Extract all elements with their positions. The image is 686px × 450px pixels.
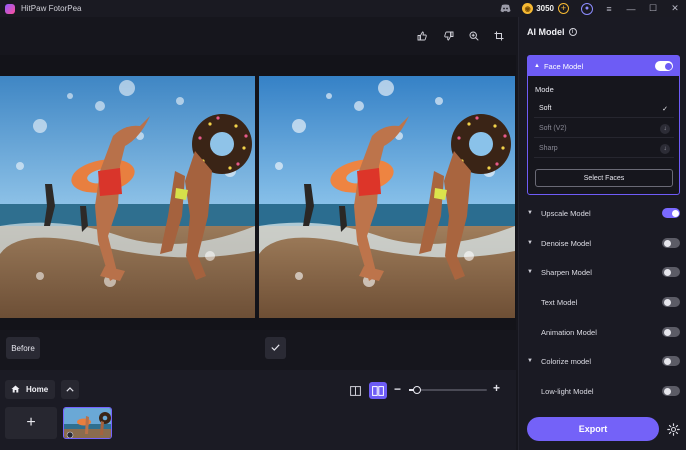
- chevron-up-icon: [66, 385, 74, 394]
- denoise-model-toggle[interactable]: [662, 238, 680, 248]
- face-model-card: ▲ Face Model Mode Soft ✓ Soft (V2) ↓ Sha…: [527, 55, 680, 195]
- image-canvas: [0, 55, 516, 330]
- model-label: Animation Model: [541, 327, 597, 337]
- model-row-low-light[interactable]: Low-light Model: [527, 384, 680, 398]
- mode-option-label: Sharp: [539, 145, 558, 152]
- home-icon: [11, 385, 20, 395]
- menu-icon[interactable]: ≡: [598, 0, 620, 17]
- text-model-toggle[interactable]: [662, 297, 680, 307]
- caret-up-icon: ▲: [534, 63, 540, 69]
- model-label: Denoise Model: [541, 238, 592, 248]
- download-icon[interactable]: ↓: [660, 144, 670, 154]
- preview-toolbar: [0, 17, 516, 55]
- collapse-button[interactable]: [61, 380, 79, 399]
- zoom-out-icon[interactable]: −: [394, 382, 401, 396]
- add-credits-icon[interactable]: +: [558, 3, 569, 14]
- model-label: Low-light Model: [541, 386, 594, 396]
- panel-title: AI Model i: [527, 27, 577, 37]
- model-row-denoise[interactable]: ▼ Denoise Model: [527, 236, 680, 250]
- credits-display[interactable]: ◉ 3050 +: [520, 2, 572, 15]
- discord-icon[interactable]: [494, 0, 516, 17]
- caret-down-icon: ▼: [527, 269, 533, 275]
- panel-title-text: AI Model: [527, 27, 565, 37]
- face-model-label: Face Model: [543, 61, 584, 71]
- caret-down-icon: ▼: [527, 358, 533, 364]
- zoom-slider-handle[interactable]: [413, 386, 421, 394]
- title-bar: HitPaw FotorPea ◉ 3050 + ● ≡ — ☐ ✕: [0, 0, 686, 17]
- user-icon: ●: [581, 2, 593, 15]
- ai-model-panel: AI Model i ▲ Face Model Mode Soft ✓ Soft…: [518, 17, 686, 450]
- confirm-button[interactable]: [265, 337, 286, 359]
- mode-option-label: Soft (V2): [539, 125, 567, 132]
- low-light-model-toggle[interactable]: [662, 386, 680, 396]
- model-row-sharpen[interactable]: ▼ Sharpen Model: [527, 265, 680, 279]
- model-row-upscale[interactable]: ▼ Upscale Model: [527, 206, 680, 220]
- enhanced-image: [259, 76, 515, 318]
- face-model-header[interactable]: ▲ Face Model: [528, 56, 679, 76]
- mode-label: Mode: [535, 85, 554, 94]
- zoom-slider[interactable]: [409, 386, 487, 394]
- app-logo: [5, 3, 15, 14]
- download-icon[interactable]: ↓: [660, 124, 670, 134]
- model-row-animation[interactable]: Animation Model: [527, 325, 680, 339]
- check-icon: [271, 343, 280, 353]
- animation-model-toggle[interactable]: [662, 327, 680, 337]
- split-view-icon[interactable]: [369, 382, 387, 399]
- upscale-model-toggle[interactable]: [662, 208, 680, 218]
- select-faces-button[interactable]: Select Faces: [535, 169, 673, 187]
- face-model-toggle[interactable]: [655, 61, 673, 71]
- app-title: HitPaw FotorPea: [21, 4, 82, 13]
- zoom-in-button[interactable]: +: [493, 381, 500, 395]
- model-row-colorize[interactable]: ▼ Colorize model: [527, 354, 680, 368]
- mode-option-soft-v2[interactable]: Soft (V2) ↓: [534, 120, 674, 138]
- gear-icon[interactable]: [666, 422, 680, 436]
- home-label: Home: [26, 385, 49, 394]
- sharpen-model-toggle[interactable]: [662, 267, 680, 277]
- caret-down-icon: ▼: [527, 240, 533, 246]
- image-thumbnail[interactable]: [63, 407, 112, 439]
- model-label: Text Model: [541, 297, 578, 307]
- mode-option-soft[interactable]: Soft ✓: [534, 100, 674, 118]
- model-label: Sharpen Model: [541, 267, 592, 277]
- model-row-text[interactable]: Text Model: [527, 295, 680, 309]
- mode-option-sharp[interactable]: Sharp ↓: [534, 140, 674, 158]
- mode-option-label: Soft: [539, 105, 552, 112]
- caret-down-icon: ▼: [527, 210, 533, 216]
- user-button[interactable]: ●: [576, 0, 598, 17]
- credits-value: 3050: [536, 4, 554, 13]
- crop-icon[interactable]: [492, 29, 506, 43]
- add-image-button[interactable]: +: [5, 407, 57, 439]
- close-icon[interactable]: ✕: [664, 0, 686, 17]
- colorize-model-toggle[interactable]: [662, 356, 680, 366]
- maximize-icon[interactable]: ☐: [642, 0, 664, 17]
- coin-icon: ◉: [522, 3, 534, 14]
- zoom-in-icon[interactable]: [467, 29, 481, 43]
- minimize-icon[interactable]: —: [620, 0, 642, 17]
- thumbs-up-icon[interactable]: [415, 29, 429, 43]
- info-icon[interactable]: i: [568, 28, 577, 36]
- model-label: Colorize model: [541, 356, 592, 366]
- home-button[interactable]: Home: [5, 380, 55, 399]
- thumbs-down-icon[interactable]: [442, 29, 456, 43]
- plus-icon: +: [26, 414, 36, 431]
- model-label: Upscale Model: [541, 208, 591, 218]
- before-button[interactable]: Before: [6, 337, 40, 359]
- check-icon: ✓: [662, 106, 668, 113]
- original-image: [0, 76, 255, 318]
- single-view-icon[interactable]: [346, 382, 364, 399]
- export-button[interactable]: Export: [527, 417, 659, 441]
- bottom-bar: Home + − +: [0, 370, 516, 450]
